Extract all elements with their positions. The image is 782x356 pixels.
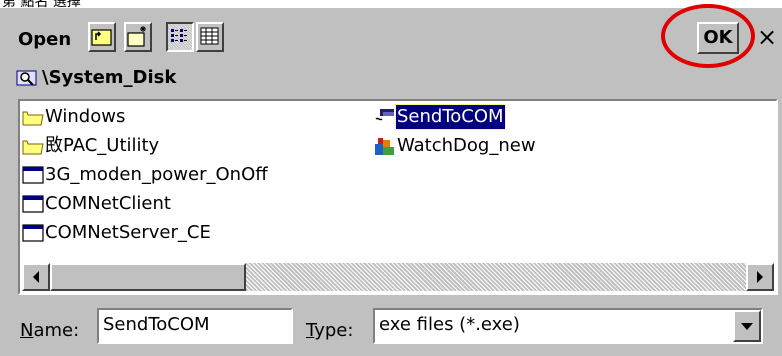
up-folder-icon bbox=[91, 29, 112, 46]
list-view-icon bbox=[171, 29, 187, 42]
application-window-icon bbox=[22, 166, 44, 184]
new-folder-icon bbox=[127, 26, 146, 47]
file-item-label: 3G_moden_power_OnOff bbox=[45, 164, 268, 185]
file-item-label: WatchDog_new bbox=[397, 135, 536, 156]
name-label: Name: bbox=[20, 320, 79, 341]
scrollbar-track[interactable] bbox=[50, 263, 746, 291]
file-item-label: 敃PAC_Utility bbox=[45, 135, 160, 156]
application-window-icon bbox=[22, 195, 44, 213]
cropped-caption-text: 第 點名 選擇 bbox=[2, 0, 81, 8]
details-view-button[interactable] bbox=[196, 22, 224, 52]
triangle-left-icon bbox=[33, 271, 39, 283]
horizontal-scrollbar[interactable] bbox=[22, 263, 774, 291]
type-dropdown-value: exe files (*.exe) bbox=[379, 314, 520, 335]
current-path: \System_Disk bbox=[42, 67, 177, 88]
list-view-button[interactable] bbox=[166, 22, 194, 52]
scrollbar-thumb[interactable] bbox=[50, 263, 246, 291]
open-file-dialog: Open OK × \System_Disk Windows 敃PAC_Util… bbox=[0, 4, 782, 356]
name-input[interactable]: SendToCOM bbox=[97, 308, 293, 344]
drive-search-icon bbox=[16, 68, 38, 92]
ok-button[interactable]: OK bbox=[697, 22, 739, 54]
folder-icon bbox=[22, 111, 44, 126]
type-label-rest: ype: bbox=[314, 320, 354, 341]
dialog-title: Open bbox=[18, 29, 72, 50]
file-item-label: Windows bbox=[45, 106, 126, 127]
scroll-left-button[interactable] bbox=[22, 263, 50, 291]
details-view-icon bbox=[200, 27, 219, 45]
name-label-rest: ame: bbox=[33, 320, 80, 341]
chevron-down-icon bbox=[741, 323, 753, 330]
triangle-right-icon bbox=[757, 271, 763, 283]
file-list-view[interactable]: Windows 敃PAC_Utility 3G_moden_power_OnOf… bbox=[18, 99, 778, 295]
file-item-label: COMNetClient bbox=[45, 193, 171, 214]
type-dropdown[interactable]: exe files (*.exe) bbox=[373, 308, 763, 344]
new-folder-button[interactable] bbox=[124, 22, 152, 52]
serial-port-app-icon bbox=[375, 109, 394, 121]
application-window-icon bbox=[22, 224, 44, 242]
close-button[interactable]: × bbox=[757, 24, 777, 50]
type-label-accelerator: T bbox=[306, 320, 315, 341]
file-item-label: COMNetServer_CE bbox=[45, 222, 211, 243]
name-label-accelerator: N bbox=[20, 320, 34, 341]
file-item-label: SendToCOM bbox=[395, 104, 506, 130]
cropped-caption-strip: 第 點名 選擇 bbox=[0, 0, 782, 8]
type-label: Type: bbox=[306, 320, 353, 341]
scroll-right-button[interactable] bbox=[746, 263, 774, 291]
up-one-level-button[interactable] bbox=[88, 22, 116, 52]
type-dropdown-button[interactable] bbox=[733, 310, 761, 342]
watchdog-app-icon bbox=[375, 138, 394, 155]
folder-icon bbox=[22, 140, 44, 155]
